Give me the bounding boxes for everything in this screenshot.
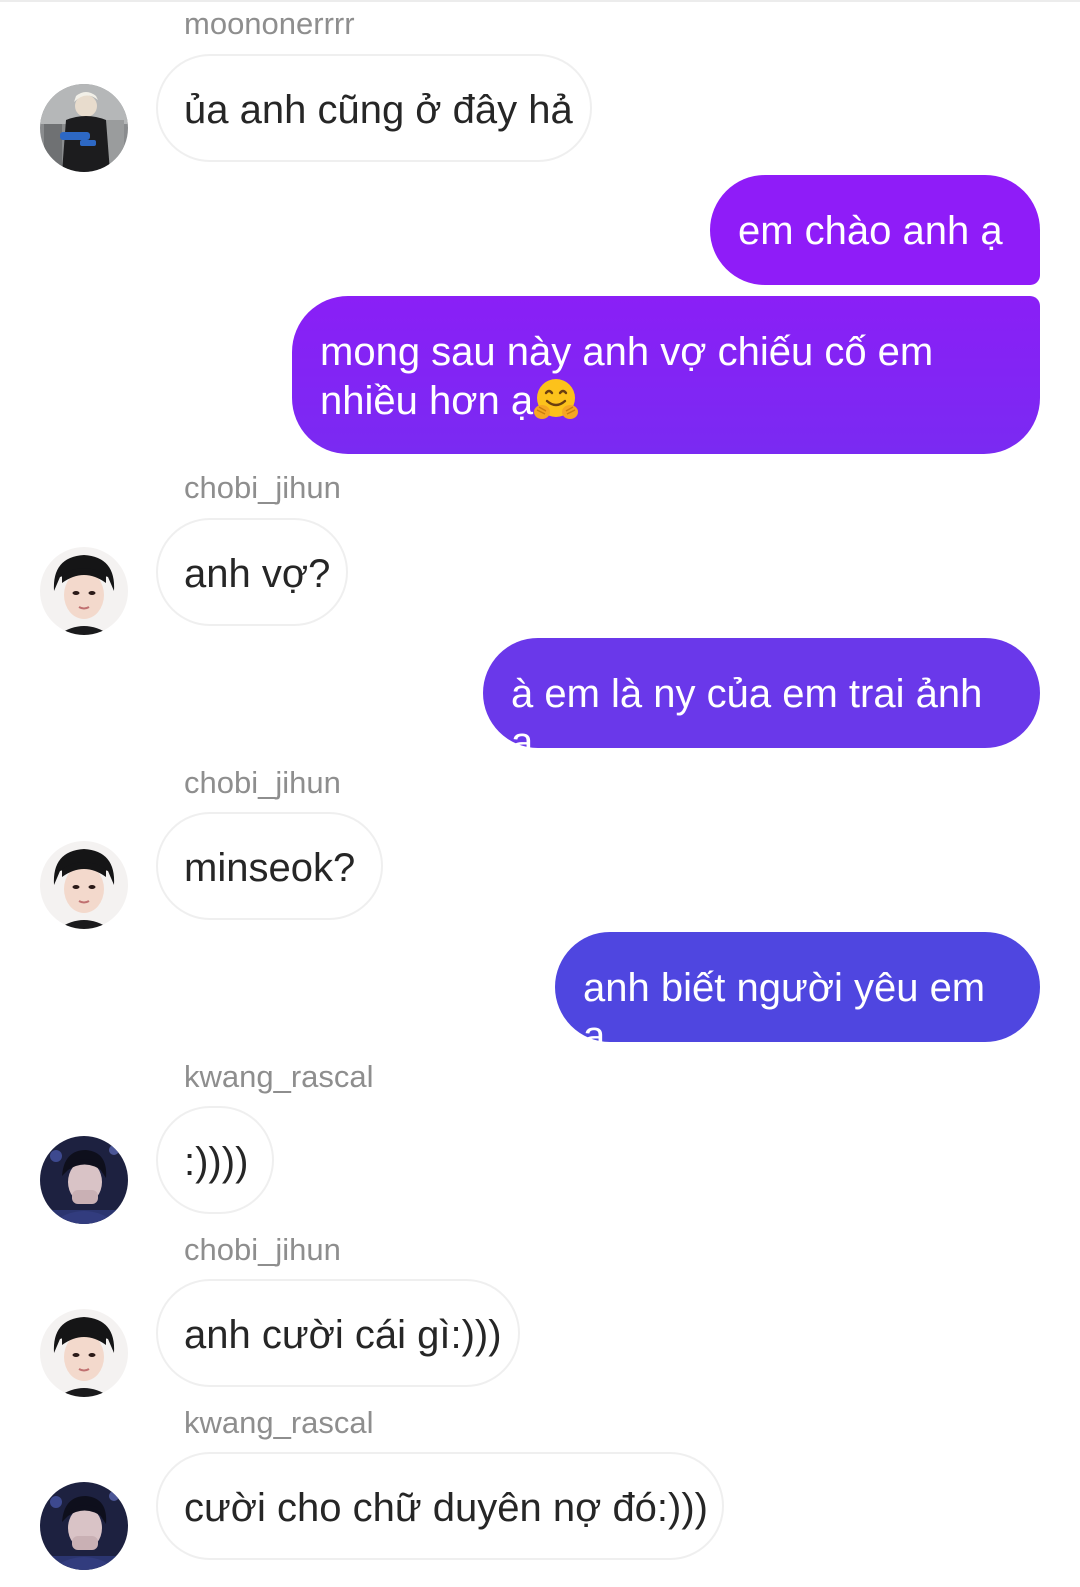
message-text: minseok? (184, 846, 356, 890)
hugging-face-emoji (533, 376, 579, 422)
message-text: cười cho chữ duyên nợ đó:))) (184, 1486, 709, 1530)
outgoing-message[interactable]: à em là ny của em trai ảnh ạ (483, 638, 1040, 764)
message-text: mong sau này anh vợ chiếu cố em nhiều hơ… (320, 330, 934, 423)
message-text: ủa anh cũng ở đây hả (184, 88, 573, 132)
avatar-chobi-jihun[interactable] (40, 547, 128, 635)
sender-username[interactable]: chobi_jihun (184, 470, 341, 506)
avatar-kwang-rascal[interactable] (40, 1482, 128, 1570)
sender-username[interactable]: kwang_rascal (184, 1059, 374, 1095)
incoming-message[interactable]: anh vợ? (156, 518, 348, 626)
incoming-message[interactable]: minseok? (156, 812, 383, 920)
outgoing-message[interactable]: em chào anh ạ (710, 175, 1040, 285)
sender-username[interactable]: chobi_jihun (184, 765, 341, 801)
avatar-moononerrrr[interactable] (40, 84, 128, 172)
avatar-chobi-jihun[interactable] (40, 841, 128, 929)
avatar-chobi-jihun[interactable] (40, 1309, 128, 1397)
message-text: anh cười cái gì:))) (184, 1313, 502, 1357)
sender-username[interactable]: moononerrrr (184, 6, 355, 42)
message-text: anh vợ? (184, 552, 331, 596)
outgoing-message[interactable]: anh biết người yêu em ạ (555, 932, 1040, 1058)
outgoing-message[interactable]: mong sau này anh vợ chiếu cố em nhiều hơ… (292, 296, 1040, 454)
top-divider (0, 0, 1080, 2)
incoming-message[interactable]: :)))) (156, 1106, 274, 1214)
incoming-message[interactable]: ủa anh cũng ở đây hả (156, 54, 592, 162)
avatar-kwang-rascal[interactable] (40, 1136, 128, 1224)
message-text: :)))) (184, 1140, 249, 1184)
message-text: à em là ny của em trai ảnh ạ (511, 672, 983, 764)
incoming-message[interactable]: cười cho chữ duyên nợ đó:))) (156, 1452, 724, 1560)
message-text: anh biết người yêu em ạ (583, 966, 986, 1058)
message-text: em chào anh ạ (738, 209, 1003, 253)
sender-username[interactable]: kwang_rascal (184, 1405, 374, 1441)
incoming-message[interactable]: anh cười cái gì:))) (156, 1279, 520, 1387)
sender-username[interactable]: chobi_jihun (184, 1232, 341, 1268)
